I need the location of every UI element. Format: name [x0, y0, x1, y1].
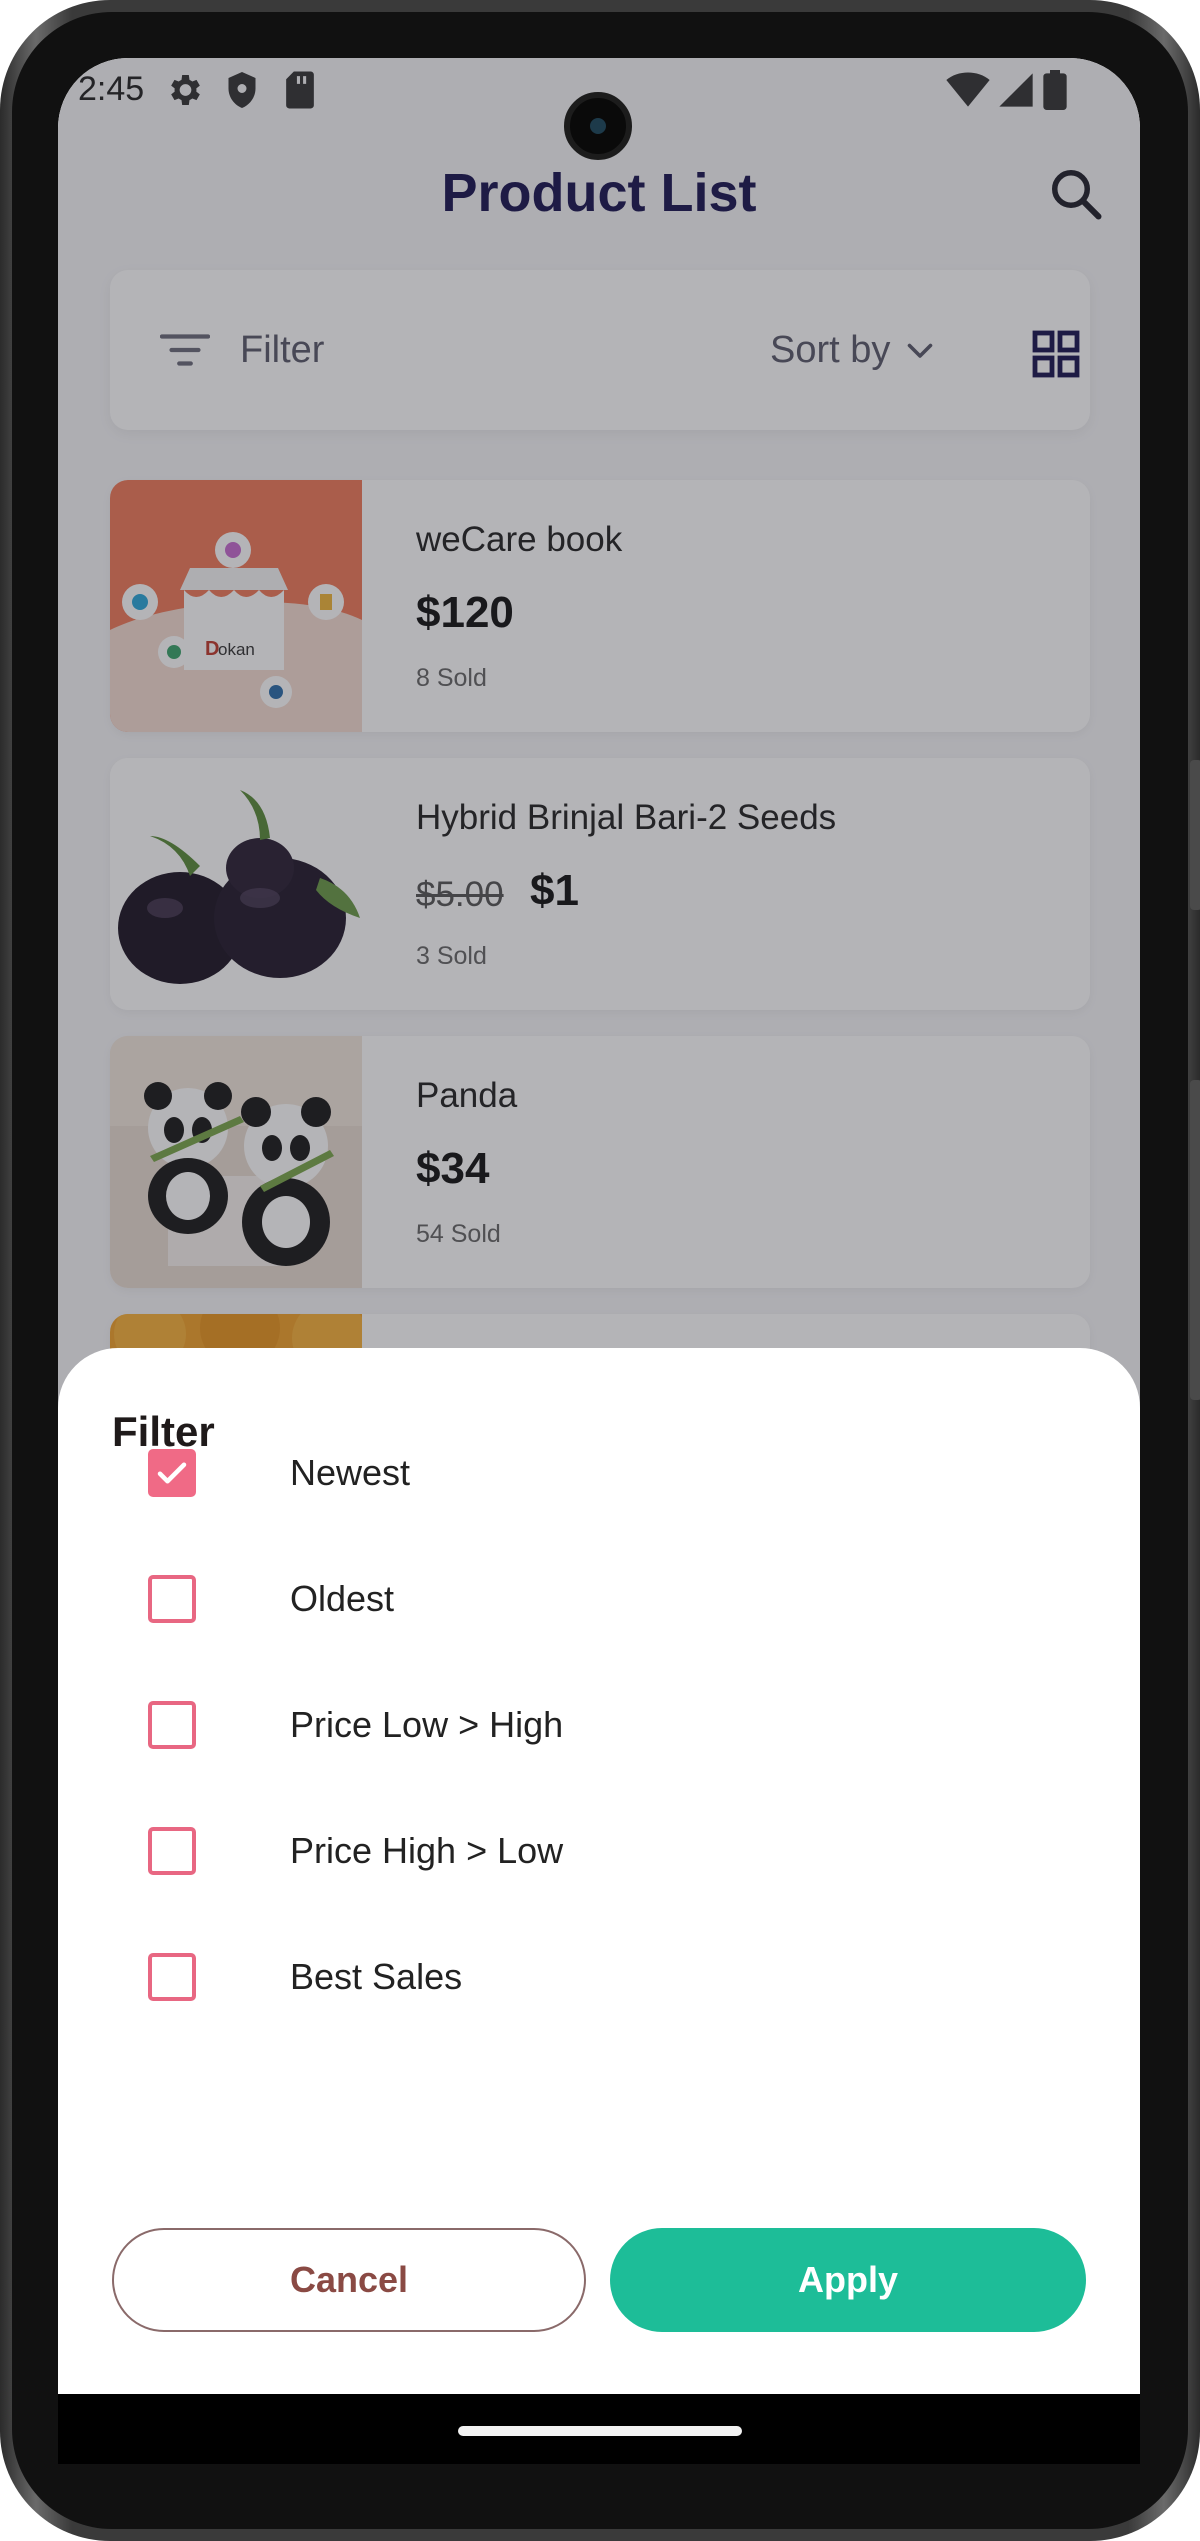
option-label: Price Low > High — [290, 1704, 564, 1745]
filter-option-oldest[interactable]: Oldest — [148, 1554, 1048, 1644]
checkbox[interactable] — [148, 1827, 196, 1875]
volume-button — [1190, 760, 1200, 910]
checkbox-checked[interactable] — [148, 1449, 196, 1497]
option-label: Best Sales — [290, 1956, 463, 1997]
filter-option-price-high-low[interactable]: Price High > Low — [148, 1806, 1048, 1896]
gesture-navigation-bar — [58, 2394, 1140, 2464]
filter-option-best-sales[interactable]: Best Sales — [148, 1932, 1048, 2022]
filter-option-newest[interactable]: Newest — [148, 1428, 1048, 1518]
apply-button[interactable]: Apply — [610, 2228, 1086, 2332]
home-indicator[interactable] — [458, 2426, 742, 2436]
product-list-screen: 2:45 Product List Filter Sort by D okan … — [58, 58, 1140, 2452]
option-label: Price High > Low — [290, 1830, 564, 1871]
cancel-button[interactable]: Cancel — [112, 2228, 586, 2332]
filter-bottom-sheet: Filter Newest Oldest Price Low > High Pr… — [58, 1348, 1140, 2452]
checkmark-icon — [157, 1462, 187, 1484]
front-camera — [564, 92, 632, 160]
checkbox[interactable] — [148, 1701, 196, 1749]
option-label: Newest — [290, 1452, 411, 1493]
checkbox[interactable] — [148, 1953, 196, 2001]
filter-option-price-low-high[interactable]: Price Low > High — [148, 1680, 1048, 1770]
screen: 2:45 Product List Filter Sort by D okan … — [58, 58, 1140, 2452]
power-button — [1190, 1080, 1200, 1400]
checkbox[interactable] — [148, 1575, 196, 1623]
option-label: Oldest — [290, 1578, 395, 1619]
